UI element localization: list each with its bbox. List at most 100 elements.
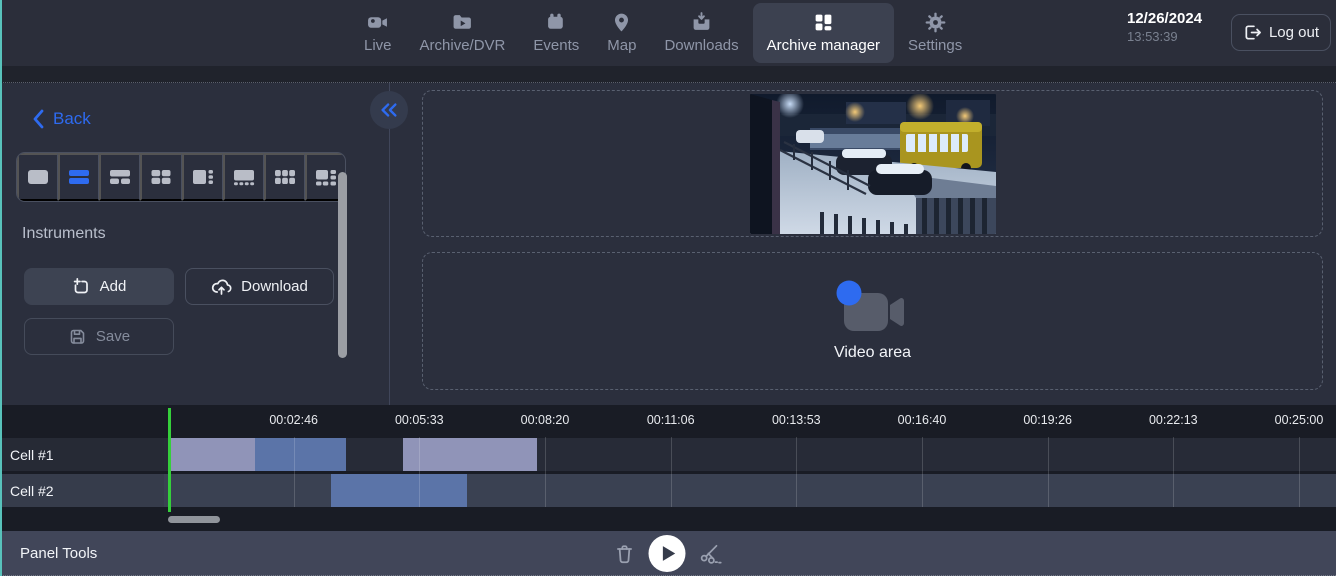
timeline-tick-label: 00:16:40 [898,413,947,427]
double-chevron-left-icon [379,101,399,119]
current-date: 12/26/2024 [1127,10,1202,29]
nav-item-events[interactable]: Events [519,0,593,66]
current-time: 13:53:39 [1127,29,1202,45]
video-slot-2[interactable]: Video area [422,252,1323,390]
timeline-segment[interactable] [168,438,255,471]
map-pin-icon [610,12,633,33]
timeline-tick-label: 00:05:33 [395,413,444,427]
chevron-left-icon [30,108,46,130]
nav-item-live[interactable]: Live [350,0,406,66]
logout-icon [1243,23,1262,42]
layout-2-rows-button[interactable] [58,153,99,201]
timeline-tick-label: 00:19:26 [1023,413,1072,427]
layout-grid-icon [812,12,835,33]
layout-single-button[interactable] [17,153,58,201]
gear-icon [924,12,947,33]
nav-item-downloads[interactable]: Downloads [650,0,752,66]
folder-play-icon [451,12,474,33]
layout-1-plus-3-right-icon [190,167,216,187]
timeline-tick-label: 00:08:20 [521,413,570,427]
panel-divider [389,83,390,405]
download-box-icon [690,12,713,33]
timeline-tick-label: 00:13:53 [772,413,821,427]
scissors-icon [699,542,723,566]
timeline-tick-label: 00:25:00 [1275,413,1324,427]
save-button[interactable]: Save [24,318,174,355]
timeline-row: Cell #2 [0,474,1336,507]
timeline-segment[interactable] [255,438,346,471]
layout-3x2-button[interactable] [264,153,305,201]
add-cell-icon [72,277,91,296]
download-button[interactable]: Download [185,268,334,305]
left-panel: Back [2,84,389,405]
nav-item-map[interactable]: Map [593,0,650,66]
nav-label: Archive manager [767,37,880,54]
video-slot-1[interactable] [422,90,1323,237]
play-button[interactable] [649,535,686,572]
timeline-header[interactable]: 00:02:46 00:05:33 00:08:20 00:11:06 00:13:53… [0,405,1336,438]
window-edge-accent [0,0,2,576]
collapse-panel-button[interactable] [370,91,408,129]
nav-label: Downloads [664,37,738,54]
timeline-playhead[interactable] [168,408,171,512]
cloud-upload-icon [211,277,232,296]
panel-tools-actions [614,531,723,576]
timeline-segment[interactable] [331,474,467,507]
panel-tools-bar: Panel Tools [0,531,1336,576]
camera-thumbnail[interactable] [750,94,996,234]
delete-button[interactable] [614,543,636,565]
nav-item-settings[interactable]: Settings [894,0,976,66]
timeline-track[interactable] [164,474,1336,507]
video-area-label: Video area [834,344,911,362]
timeline-tick-label: 00:22:13 [1149,413,1198,427]
panel-tools-title: Panel Tools [20,531,97,576]
logout-button[interactable]: Log out [1231,14,1331,51]
layout-2x2-button[interactable] [140,153,181,201]
nav-label: Live [364,37,392,54]
archive-manager-app: Live Archive/DVR Events Map Downloads Ar… [0,0,1336,576]
layout-2-rows-icon [66,167,92,187]
layout-1-plus-3-right-button[interactable] [182,153,223,201]
back-button[interactable]: Back [30,108,91,130]
nav-item-archive-manager[interactable]: Archive manager [753,3,894,63]
layout-1-plus-4-bottom-button[interactable] [223,153,264,201]
timeline: 00:02:46 00:05:33 00:08:20 00:11:06 00:13:53… [0,405,1336,531]
layout-1-plus-4-bottom-icon [231,167,257,187]
timeline-segment[interactable] [403,438,537,471]
play-icon [649,535,686,572]
timeline-row-label[interactable]: Cell #2 [0,474,164,507]
layout-single-icon [25,167,51,187]
timeline-row: Cell #1 [0,438,1336,471]
camera-thumbnail-image [750,94,996,234]
nav-label: Map [607,37,636,54]
timeline-tick-label: 00:02:46 [269,413,318,427]
layout-1-plus-2-button[interactable] [99,153,140,201]
layout-2x2-icon [148,167,174,187]
trash-icon [614,543,636,565]
cut-button[interactable] [699,542,723,566]
layout-1-plus-2-icon [107,167,133,187]
nav-label: Archive/DVR [420,37,506,54]
nav-label: Events [533,37,579,54]
video-camera-icon [366,12,389,33]
timeline-tick-label: 00:11:06 [647,413,695,427]
video-camera-placeholder-icon [834,280,912,338]
datetime-display: 12/26/2024 13:53:39 [1127,10,1202,45]
add-button[interactable]: Add [24,268,174,305]
layout-1-plus-5-icon [313,167,339,187]
timeline-row-label[interactable]: Cell #1 [0,438,164,471]
instruments-heading: Instruments [22,225,106,243]
nav-label: Settings [908,37,962,54]
logout-label: Log out [1269,24,1319,41]
topbar: Live Archive/DVR Events Map Downloads Ar… [0,0,1336,66]
timeline-track[interactable] [164,438,1336,471]
topbar-lower-strip [0,66,1336,83]
main-nav: Live Archive/DVR Events Map Downloads Ar… [350,0,976,66]
left-panel-scrollbar[interactable] [338,172,347,358]
calendar-icon [545,12,568,33]
timeline-scrollbar-thumb[interactable] [168,516,220,523]
floppy-save-icon [68,327,87,346]
save-label: Save [96,328,130,345]
timeline-rows: Cell #1Cell #2 [0,438,1336,510]
nav-item-archive-dvr[interactable]: Archive/DVR [406,0,520,66]
